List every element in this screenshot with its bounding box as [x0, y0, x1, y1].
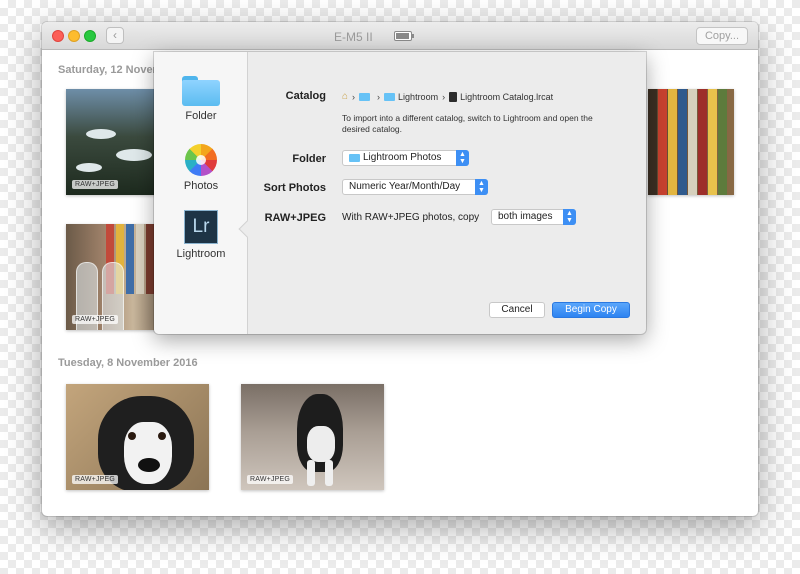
sort-photos-popup-value: Numeric Year/Month/Day [349, 181, 461, 192]
chevron-right-icon: › [352, 91, 356, 102]
source-folder[interactable]: Folder [154, 76, 248, 122]
raw-jpeg-badge: RAW+JPEG [72, 315, 119, 324]
popup-arrows-icon: ▲ ▼ [456, 150, 469, 166]
catalog-path-folder: Lightroom [398, 91, 439, 102]
raw-jpeg-badge: RAW+JPEG [72, 180, 119, 189]
chevron-left-icon: ‹ [113, 28, 117, 42]
source-lightroom[interactable]: Lr Lightroom [154, 210, 248, 260]
rawjpeg-description: With RAW+JPEG photos, copy [342, 212, 480, 223]
source-label: Folder [185, 110, 217, 122]
source-label: Photos [183, 180, 219, 192]
raw-jpeg-badge: RAW+JPEG [72, 475, 119, 484]
home-icon: ⌂ [342, 91, 349, 102]
window-title: E-M5 II [334, 30, 373, 44]
chevron-right-icon: › [442, 91, 446, 102]
copy-button[interactable]: Copy... [696, 27, 748, 45]
photo-thumbnail-books[interactable] [648, 89, 734, 195]
popup-arrows-icon: ▲ ▼ [563, 209, 576, 225]
folder-icon [182, 76, 220, 106]
begin-copy-button[interactable]: Begin Copy [552, 302, 630, 318]
copy-to-sheet: Folder Photos Lr Lightroom Catalog ⌂ › ›… [154, 52, 646, 334]
title-bar: ‹ E-M5 II Copy... [42, 22, 758, 50]
sort-photos-label: Sort Photos [263, 182, 326, 194]
rawjpeg-label: RAW+JPEG [264, 212, 326, 224]
folder-icon [349, 154, 360, 162]
photo-thumbnail-bottles[interactable]: RAW+JPEG [66, 224, 162, 330]
source-label: Lightroom [176, 248, 226, 260]
back-button[interactable]: ‹ [106, 27, 124, 44]
folder-popup[interactable]: Lightroom Photos ▲ ▼ [342, 150, 469, 166]
folder-label: Folder [292, 153, 326, 165]
photos-app-icon [185, 144, 217, 176]
photo-thumbnail-dog-closeup[interactable]: RAW+JPEG [66, 384, 209, 490]
close-window-button[interactable] [52, 30, 64, 42]
rawjpeg-popup-value: both images [498, 211, 553, 222]
cancel-button[interactable]: Cancel [489, 302, 545, 318]
rawjpeg-popup[interactable]: both images ▲ ▼ [491, 209, 576, 225]
sort-photos-popup[interactable]: Numeric Year/Month/Day ▲ ▼ [342, 179, 488, 195]
catalog-path-file: Lightroom Catalog.lrcat [460, 91, 554, 102]
destination-sidebar: Folder Photos Lr Lightroom [154, 52, 248, 334]
lightroom-app-icon: Lr [184, 210, 218, 244]
section-heading: Tuesday, 8 November 2016 [58, 357, 198, 369]
zoom-window-button[interactable] [84, 30, 96, 42]
source-photos[interactable]: Photos [154, 144, 248, 192]
raw-jpeg-badge: RAW+JPEG [247, 475, 294, 484]
catalog-file-icon [449, 91, 458, 102]
drive-icon [359, 92, 371, 101]
photo-thumbnail-dog-walking[interactable]: RAW+JPEG [241, 384, 384, 490]
folder-popup-value: Lightroom Photos [363, 152, 442, 163]
battery-icon [394, 31, 414, 41]
popup-arrows-icon: ▲ ▼ [475, 179, 488, 195]
catalog-label: Catalog [285, 90, 326, 102]
chevron-right-icon: › [377, 91, 381, 102]
photo-thumbnail-snowy-tree[interactable]: RAW+JPEG [66, 89, 162, 195]
catalog-hint: To import into a different catalog, swit… [342, 113, 593, 134]
minimize-window-button[interactable] [68, 30, 80, 42]
catalog-path[interactable]: ⌂ › › Lightroom › Lightroom Catalog.lrca… [342, 91, 553, 102]
folder-icon [384, 92, 396, 101]
